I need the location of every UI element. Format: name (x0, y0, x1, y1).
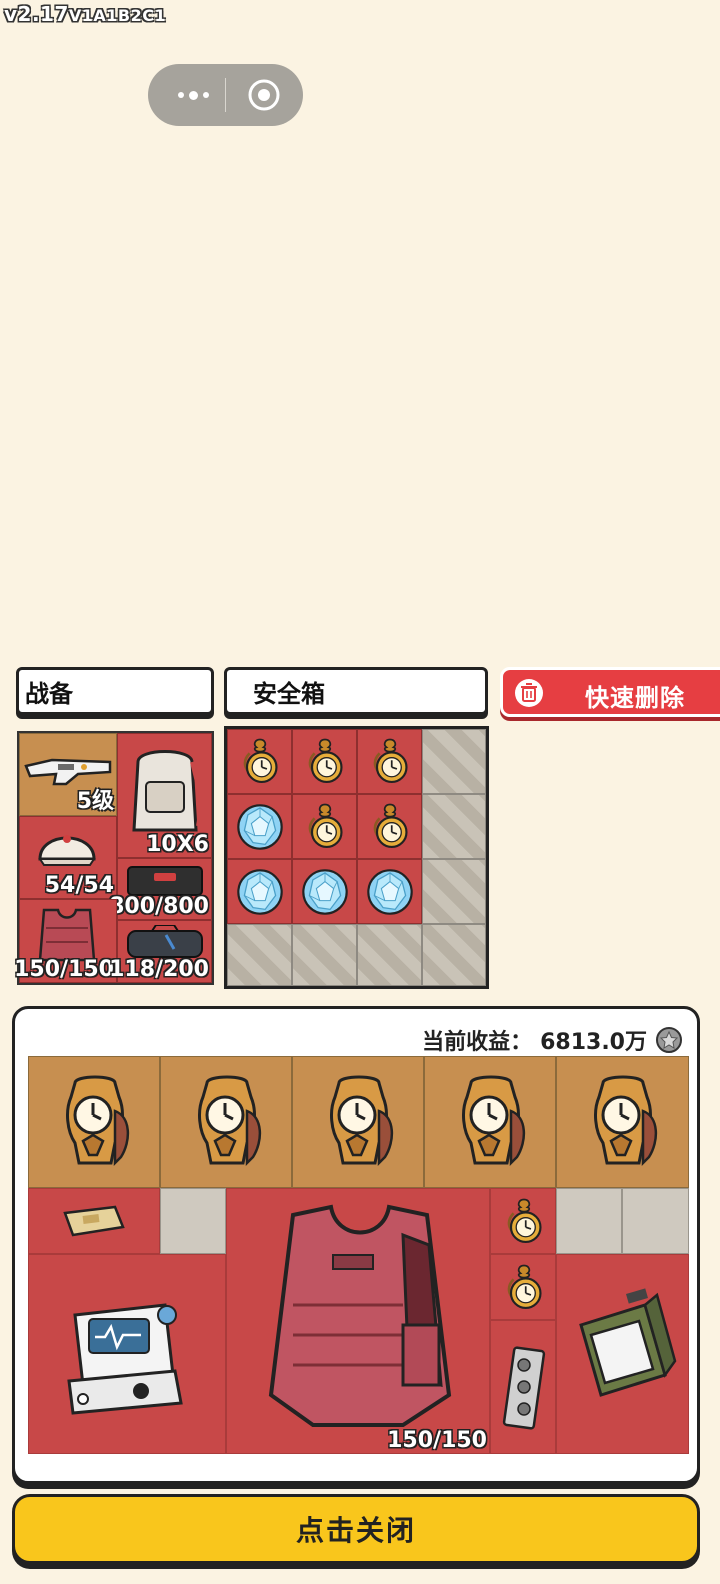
loot-slot[interactable] (292, 1056, 424, 1188)
backpack-capacity: 10X6 (146, 832, 209, 857)
weapon-level: 5级 (76, 789, 114, 814)
diamond-icon (299, 866, 351, 918)
safe-slot[interactable] (357, 859, 422, 924)
case-capacity: 800/800 (109, 894, 209, 919)
version-sub: V1A1B2C1 (68, 6, 167, 25)
medical-device-icon (67, 1303, 183, 1415)
tab-safe-box[interactable]: 安全箱 (224, 667, 488, 715)
empty-slot[interactable] (556, 1188, 622, 1254)
loot-slot[interactable] (28, 1188, 160, 1254)
diamond-icon (234, 866, 286, 918)
miniprogram-capsule (148, 64, 303, 126)
close-miniprogram-icon[interactable] (247, 78, 281, 112)
helmet-slot[interactable]: 54/54 (19, 816, 117, 899)
diamond-icon (364, 866, 416, 918)
loot-slot[interactable] (160, 1056, 292, 1188)
duffel-bag-icon (127, 925, 203, 958)
capsule-divider (225, 78, 226, 112)
tab-gear-label: 战备 (25, 679, 73, 708)
loot-slot[interactable] (556, 1254, 689, 1454)
empty-slot[interactable] (622, 1188, 689, 1254)
safe-box-grid (224, 726, 489, 989)
locked-slot (292, 924, 357, 986)
vest-slot[interactable]: 150/150 (14, 899, 117, 983)
earnings-label: 当前收益： (422, 1030, 533, 1055)
weapon-slot[interactable]: 5级 (19, 733, 117, 816)
loot-slot[interactable] (490, 1188, 556, 1254)
coin-icon (656, 1027, 682, 1053)
quick-delete-label: 快速删除 (585, 684, 685, 712)
locked-slot (422, 729, 486, 794)
loot-slot[interactable] (28, 1254, 226, 1454)
pocket-watch-icon (234, 736, 286, 788)
quick-delete-button[interactable]: 快速删除 (500, 667, 720, 717)
case-slot[interactable]: 800/800 (109, 858, 212, 920)
backpack-icon (132, 750, 205, 832)
close-button[interactable]: 点击关闭 (12, 1494, 700, 1564)
trash-icon (515, 679, 543, 707)
safe-slot[interactable] (292, 859, 357, 924)
loot-slot[interactable] (556, 1056, 689, 1188)
safe-slot[interactable] (292, 794, 357, 859)
antique-clock-icon (573, 1071, 673, 1171)
version-label: v2.17V1A1B2C1 (4, 2, 166, 26)
locked-slot (422, 794, 486, 859)
helmet-icon (38, 835, 96, 866)
pocket-watch-icon (364, 736, 416, 788)
field-radio-icon (579, 1288, 677, 1397)
loot-grid: 150/150 (28, 1056, 689, 1454)
pocket-watch-icon (498, 1262, 550, 1314)
gear-grid: 5级 10X6 54/54 800/800 150/150 118/200 (14, 731, 214, 985)
graphics-card-icon (502, 1346, 546, 1430)
antique-clock-icon (177, 1071, 277, 1171)
pocket-watch-icon (364, 801, 416, 853)
safe-slot[interactable] (357, 794, 422, 859)
loot-vest-durability: 150/150 (387, 1428, 487, 1453)
more-icon[interactable] (168, 86, 218, 104)
earnings-value: 6813.0万 (540, 1030, 647, 1055)
locked-slot (422, 859, 486, 924)
close-button-label: 点击关闭 (295, 1514, 416, 1547)
antique-clock-icon (441, 1071, 541, 1171)
pocket-watch-icon (498, 1196, 550, 1248)
safe-slot[interactable] (227, 859, 292, 924)
antique-clock-icon (45, 1071, 145, 1171)
locked-slot (357, 924, 422, 986)
loot-slot[interactable] (490, 1254, 556, 1320)
loot-panel: 当前收益： 6813.0万 150/150 (12, 1006, 700, 1484)
safe-slot[interactable] (292, 729, 357, 794)
loot-slot[interactable] (424, 1056, 556, 1188)
tab-gear[interactable]: 战备 (16, 667, 214, 715)
loot-slot[interactable]: 150/150 (226, 1188, 490, 1454)
ammo-case-icon (127, 866, 203, 896)
earnings-row: 当前收益： 6813.0万 (422, 1023, 683, 1057)
pocket-watch-icon (299, 801, 351, 853)
vest-icon (38, 908, 96, 962)
version-main: v2.17 (4, 2, 69, 26)
bag-capacity: 118/200 (109, 957, 209, 982)
vest-durability: 150/150 (14, 957, 114, 982)
pocket-watch-icon (299, 736, 351, 788)
safe-slot[interactable] (227, 794, 292, 859)
gold-bar-icon (63, 1205, 125, 1237)
helmet-durability: 54/54 (44, 873, 114, 898)
body-armor-icon (268, 1204, 452, 1427)
tab-safe-box-label: 安全箱 (253, 679, 325, 708)
bag-slot[interactable]: 118/200 (109, 920, 212, 983)
safe-slot[interactable] (357, 729, 422, 794)
loot-slot[interactable] (28, 1056, 160, 1188)
antique-clock-icon (309, 1071, 409, 1171)
backpack-slot[interactable]: 10X6 (117, 733, 212, 858)
locked-slot (227, 924, 292, 986)
loot-slot[interactable] (490, 1320, 556, 1454)
empty-slot[interactable] (160, 1188, 226, 1254)
safe-slot[interactable] (227, 729, 292, 794)
locked-slot (422, 924, 486, 986)
diamond-icon (234, 801, 286, 853)
